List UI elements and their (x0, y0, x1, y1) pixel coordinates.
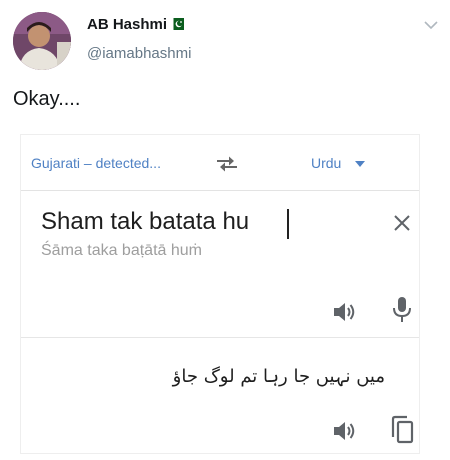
source-input-area[interactable]: Sham tak batata hu Śāma taka baṭātā huṁ (21, 192, 419, 337)
display-name[interactable]: AB Hashmi (87, 16, 167, 33)
target-language-selector[interactable]: Urdu (311, 155, 341, 171)
avatar[interactable] (13, 12, 71, 70)
microphone-icon[interactable] (391, 296, 413, 324)
source-text-input[interactable]: Sham tak batata hu (41, 208, 249, 236)
dropdown-arrow-icon[interactable] (355, 161, 365, 167)
translate-card: Gujarati – detected... Urdu Sham tak bat… (20, 134, 420, 454)
pakistan-flag-icon (170, 18, 184, 30)
swap-arrows-icon[interactable] (215, 155, 239, 173)
language-bar: Gujarati – detected... Urdu (21, 135, 419, 191)
speaker-icon[interactable] (331, 299, 357, 325)
tweet-text: Okay.... (13, 88, 81, 110)
chevron-down-icon[interactable] (424, 20, 438, 30)
translation-output-area: میں نہیں جا رہا تم لوگ جاؤ (21, 338, 419, 454)
text-cursor (287, 209, 289, 239)
username[interactable]: @iamabhashmi (87, 45, 191, 62)
source-language-selector[interactable]: Gujarati – detected... (31, 155, 161, 171)
tweet-header: AB Hashmi @iamabhashmi (0, 0, 450, 86)
speaker-icon[interactable] (331, 418, 357, 444)
translation-text: میں نہیں جا رہا تم لوگ جاؤ (172, 366, 385, 387)
transliteration-text: Śāma taka baṭātā huṁ (41, 242, 202, 259)
copy-icon[interactable] (389, 415, 415, 445)
close-icon[interactable] (393, 214, 411, 232)
